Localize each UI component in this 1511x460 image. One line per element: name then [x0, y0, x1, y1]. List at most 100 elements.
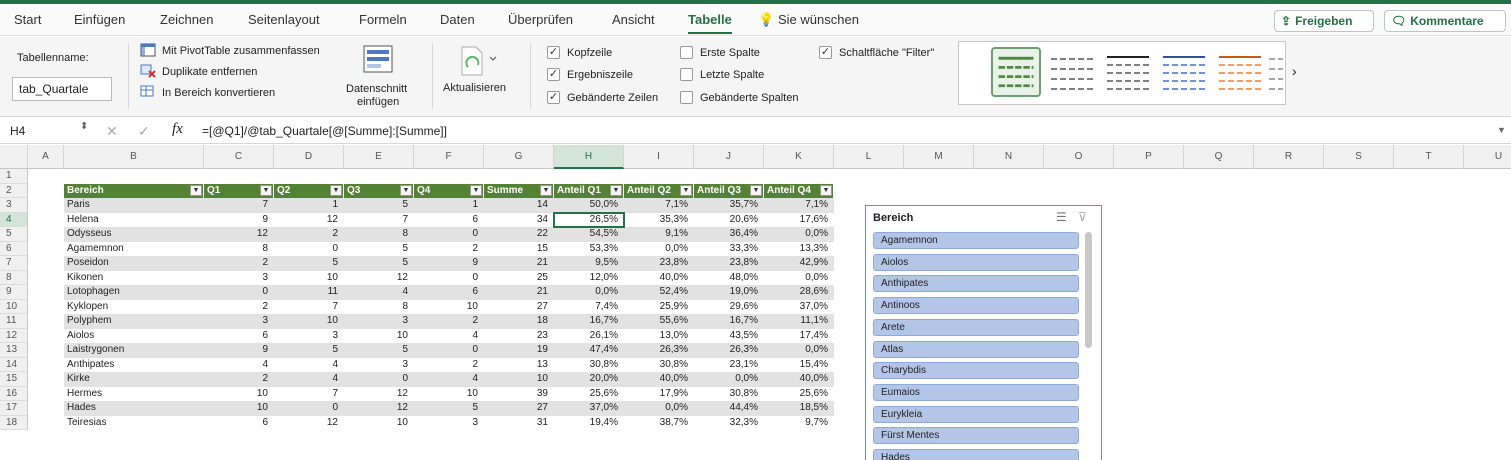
table-cell[interactable]: 4 — [414, 329, 484, 344]
table-cell[interactable]: 0 — [414, 227, 484, 242]
table-cell[interactable]: 5 — [344, 256, 414, 271]
table-cell[interactable]: 3 — [274, 329, 344, 344]
comments-button[interactable]: 🗨 Kommentare — [1384, 10, 1506, 32]
slicer-item[interactable]: Charybdis — [873, 362, 1079, 380]
table-header-cell[interactable]: Summe ▼ — [484, 183, 554, 198]
clear-filter-icon[interactable]: ⊽ — [1078, 210, 1087, 224]
table-cell[interactable]: 21 — [484, 285, 554, 300]
filter-button-checkbox[interactable]: ✓ — [819, 46, 832, 59]
table-cell[interactable]: 40,0% — [764, 372, 834, 387]
column-header[interactable]: P — [1114, 145, 1184, 169]
table-cell[interactable]: 10 — [484, 372, 554, 387]
table-cell[interactable]: 12,0% — [554, 271, 624, 286]
table-cell[interactable]: 29,6% — [694, 300, 764, 315]
total-row-checkbox[interactable]: ✓ — [547, 68, 560, 81]
table-cell[interactable]: 4 — [344, 285, 414, 300]
table-cell[interactable]: 1 — [274, 198, 344, 213]
row-header[interactable]: 14 — [0, 357, 28, 372]
filter-dropdown-icon[interactable]: ▼ — [400, 184, 412, 196]
column-header[interactable]: U — [1464, 145, 1511, 169]
table-cell[interactable]: Aiolos — [64, 329, 204, 344]
table-cell[interactable]: 5 — [274, 343, 344, 358]
filter-dropdown-icon[interactable]: ▼ — [680, 184, 692, 196]
table-cell[interactable]: 17,6% — [764, 213, 834, 228]
table-cell[interactable]: 19,4% — [554, 416, 624, 431]
multi-select-icon[interactable]: ☰ — [1056, 210, 1067, 224]
column-header[interactable]: T — [1394, 145, 1464, 169]
slicer-item[interactable]: Eumaios — [873, 383, 1079, 401]
table-cell[interactable]: 18,5% — [764, 401, 834, 416]
slicer-panel[interactable]: Bereich ☰ ⊽ Agamemnon Aiolos Anthipates Ant… — [865, 205, 1102, 460]
table-cell[interactable]: 3 — [414, 416, 484, 431]
table-cell[interactable]: 18 — [484, 314, 554, 329]
table-cell[interactable]: 6 — [414, 213, 484, 228]
table-cell[interactable]: 36,4% — [694, 227, 764, 242]
namebox-stepper-icon[interactable]: ⬍ — [80, 121, 88, 132]
filter-dropdown-icon[interactable]: ▼ — [190, 184, 202, 196]
table-header-cell[interactable]: Q1 ▼ — [204, 183, 274, 198]
table-cell[interactable]: 0,0% — [764, 343, 834, 358]
table-style-light-orange[interactable] — [1215, 47, 1265, 97]
banded-rows-checkbox[interactable]: ✓ — [547, 91, 560, 104]
table-cell[interactable]: 14 — [484, 198, 554, 213]
table-cell[interactable]: 19 — [484, 343, 554, 358]
table-cell[interactable]: 28,6% — [764, 285, 834, 300]
insert-slicer-line1[interactable]: Datenschnitt — [346, 83, 407, 95]
table-cell[interactable]: 21 — [484, 256, 554, 271]
confirm-icon[interactable]: ✓ — [138, 123, 150, 140]
table-cell[interactable]: 0 — [274, 242, 344, 257]
table-cell[interactable]: 15 — [484, 242, 554, 257]
table-header-cell[interactable]: Q3 ▼ — [344, 183, 414, 198]
table-cell[interactable]: 13,0% — [624, 329, 694, 344]
table-cell[interactable]: 10 — [274, 271, 344, 286]
filter-dropdown-icon[interactable]: ▼ — [540, 184, 552, 196]
table-header-cell[interactable]: Anteil Q4 ▼ — [764, 183, 834, 198]
table-cell[interactable]: 10 — [344, 329, 414, 344]
table-cell[interactable]: Kirke — [64, 372, 204, 387]
table-cell[interactable]: Paris — [64, 198, 204, 213]
column-header[interactable]: L — [834, 145, 904, 169]
table-cell[interactable]: 23,1% — [694, 358, 764, 373]
table-cell[interactable]: 5 — [344, 198, 414, 213]
table-cell[interactable]: Lotophagen — [64, 285, 204, 300]
table-cell[interactable]: 8 — [204, 242, 274, 257]
row-header[interactable]: 6 — [0, 241, 28, 256]
table-cell[interactable]: 40,0% — [624, 271, 694, 286]
table-cell[interactable]: 0,0% — [624, 242, 694, 257]
table-cell[interactable]: 16,7% — [554, 314, 624, 329]
table-cell[interactable]: 42,9% — [764, 256, 834, 271]
tab-tabelle[interactable]: Tabelle — [688, 12, 732, 34]
table-cell[interactable]: 4 — [274, 372, 344, 387]
table-cell[interactable]: 17,4% — [764, 329, 834, 344]
table-cell[interactable]: 4 — [204, 358, 274, 373]
table-cell[interactable]: 44,4% — [694, 401, 764, 416]
slicer-item[interactable]: Eurykleia — [873, 405, 1079, 423]
table-cell[interactable]: 2 — [204, 300, 274, 315]
table-cell[interactable]: 31 — [484, 416, 554, 431]
row-header[interactable]: 8 — [0, 270, 28, 285]
table-cell[interactable]: 10 — [204, 401, 274, 416]
share-button[interactable]: ⇪ Freigeben — [1274, 10, 1374, 32]
table-cell[interactable]: 0 — [414, 271, 484, 286]
slicer-item[interactable]: Arete — [873, 318, 1079, 336]
table-cell[interactable]: 2 — [204, 372, 274, 387]
tab-einfuegen[interactable]: Einfügen — [74, 12, 125, 27]
slicer-item[interactable]: Hades — [873, 449, 1079, 460]
table-cell[interactable]: 8 — [344, 227, 414, 242]
table-style-light-blue[interactable] — [1159, 47, 1209, 97]
row-header[interactable]: 9 — [0, 285, 28, 300]
table-cell[interactable]: Poseidon — [64, 256, 204, 271]
table-style-light-black[interactable] — [1103, 47, 1153, 97]
column-header[interactable]: E — [344, 145, 414, 169]
table-cell[interactable]: Hades — [64, 401, 204, 416]
column-header[interactable]: H — [554, 145, 624, 169]
header-row-checkbox[interactable]: ✓ — [547, 46, 560, 59]
row-header[interactable]: 18 — [0, 415, 28, 430]
tab-formeln[interactable]: Formeln — [359, 12, 407, 27]
column-header[interactable]: B — [64, 145, 204, 169]
column-header[interactable]: F — [414, 145, 484, 169]
table-cell[interactable]: 5 — [274, 256, 344, 271]
table-cell[interactable]: 26,3% — [694, 343, 764, 358]
table-style-gray-partial[interactable] — [1269, 47, 1283, 97]
table-cell[interactable]: 7 — [204, 198, 274, 213]
